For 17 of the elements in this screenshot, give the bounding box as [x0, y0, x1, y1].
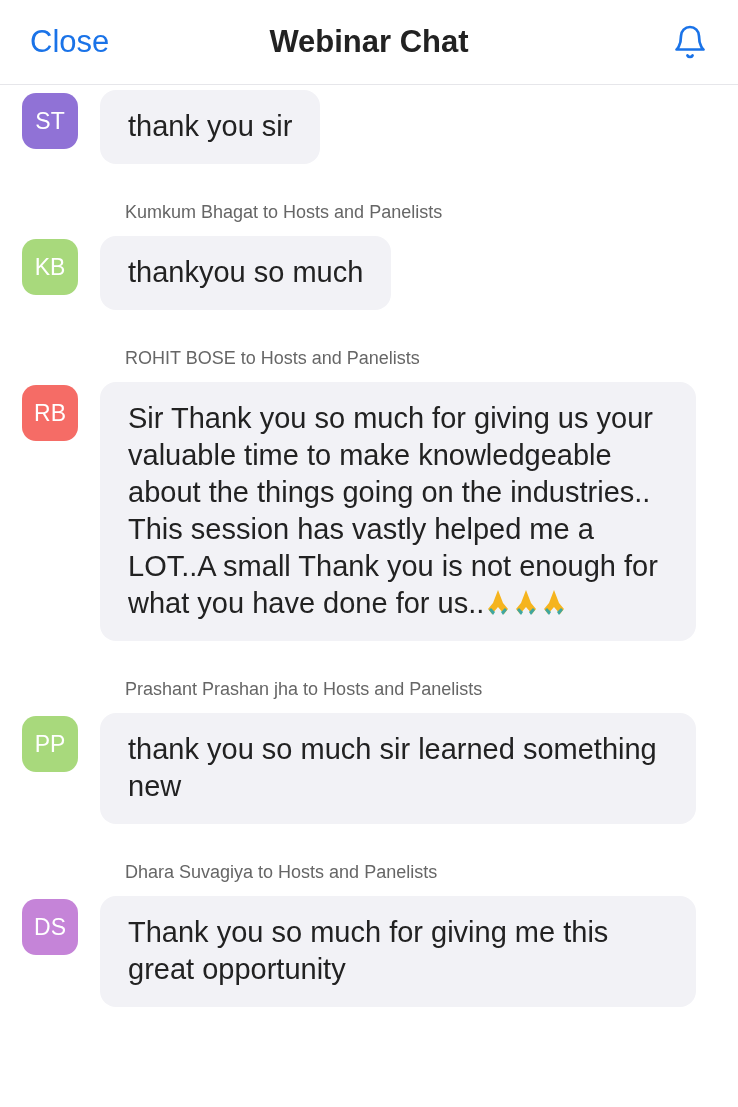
sender-label: Kumkum Bhagat to Hosts and Panelists	[125, 202, 444, 223]
close-link[interactable]: Close	[30, 24, 110, 60]
message-bubble: thankyou so much	[100, 236, 392, 310]
message-bubble: thank you sir	[100, 90, 321, 164]
sender-label: ROHIT BOSE to Hosts and Panelists	[125, 348, 421, 369]
sender-label: Prashant Prashan jha to Hosts and Panelists	[125, 679, 484, 700]
avatar: RB	[22, 385, 78, 441]
avatar: KB	[22, 239, 78, 295]
message-bubble: thank you so much sir learned something new	[100, 713, 696, 824]
message-bubble: Sir Thank you so much for giving us your valuable time to make knowledgeable about the things going on the industries.. This session has vastly helped me a LOT..A small Thank you is not enough for what you have done for us..	[100, 382, 696, 641]
sender-label: Dhara Suvagiya to Hosts and Panelists	[125, 862, 439, 883]
avatar: ST	[22, 93, 78, 149]
bell-icon[interactable]	[672, 24, 708, 60]
avatar: DS	[22, 899, 78, 955]
window-title: Webinar Chat	[269, 24, 469, 60]
avatar: PP	[22, 716, 78, 772]
message-bubble: Thank you so much for giving me this great opportunity	[100, 896, 696, 1007]
